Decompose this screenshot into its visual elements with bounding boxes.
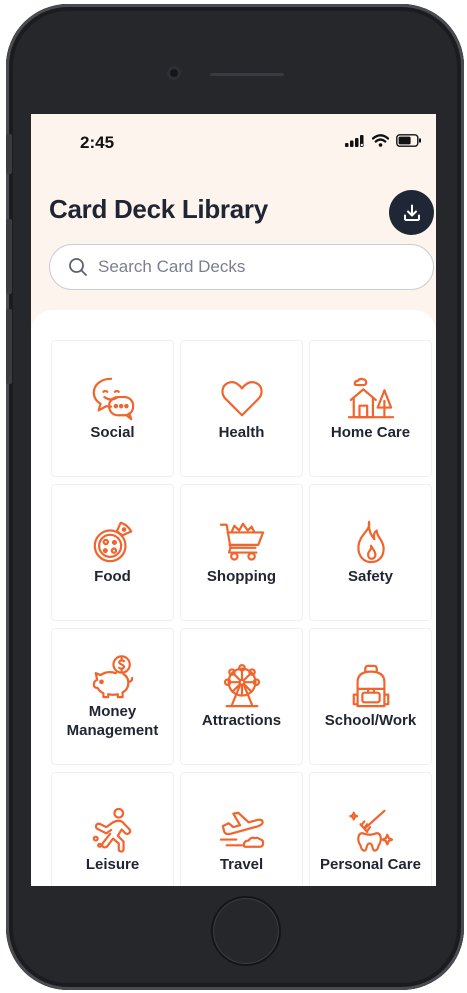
search-icon	[69, 258, 87, 276]
category-card-safety[interactable]: Safety	[309, 484, 432, 621]
category-card-health[interactable]: Health	[180, 340, 303, 477]
category-card-social[interactable]: Social	[51, 340, 174, 477]
search-input[interactable]	[98, 257, 398, 277]
pizza-icon	[93, 521, 132, 563]
download-icon	[403, 204, 420, 221]
header: Card Deck Library	[49, 190, 434, 235]
category-label: Personal Care	[320, 856, 421, 873]
category-card-travel[interactable]: Travel	[180, 772, 303, 886]
shopping-cart-icon	[219, 522, 264, 561]
chat-bubbles-icon	[92, 377, 134, 421]
signal-icon	[345, 134, 364, 147]
category-label: School/Work	[324, 712, 417, 729]
house-icon	[347, 377, 394, 419]
category-card-food[interactable]: Food	[51, 484, 174, 621]
category-label: Money Management	[66, 702, 159, 739]
flame-icon	[356, 520, 385, 564]
category-label: Shopping	[206, 568, 277, 585]
heart-icon	[220, 381, 263, 417]
tooth-brush-icon	[348, 809, 393, 852]
category-card-leisure[interactable]: Leisure	[51, 772, 174, 886]
category-card-money-management[interactable]: Money Management	[51, 628, 174, 765]
category-label: Leisure	[85, 856, 140, 873]
search-bar[interactable]	[49, 244, 434, 290]
category-label: Attractions	[201, 712, 282, 729]
category-label: Food	[94, 568, 131, 585]
category-card-shopping[interactable]: Shopping	[180, 484, 303, 621]
category-label: Travel	[219, 856, 264, 873]
home-button[interactable]	[211, 896, 281, 966]
earpiece-speaker	[210, 73, 284, 76]
status-bar: 2:45	[31, 114, 436, 170]
volume-down-button	[6, 309, 12, 384]
category-grid: Social Health Home Care Food Shopping Sa…	[51, 340, 432, 886]
category-card-personal-care[interactable]: Personal Care	[309, 772, 432, 886]
front-camera	[167, 66, 181, 80]
battery-icon	[396, 134, 421, 147]
category-label: Social	[90, 424, 135, 441]
running-person-icon	[92, 807, 131, 853]
app-screen: 2:45 Card Deck Library Search Card Decks…	[31, 114, 436, 886]
category-card-home-care[interactable]: Home Care	[309, 340, 432, 477]
category-label: Safety	[347, 568, 394, 585]
ferris-wheel-icon	[223, 664, 260, 708]
page-title: Card Deck Library	[49, 194, 268, 224]
category-label: Home Care	[330, 424, 411, 441]
category-label: Health	[218, 424, 265, 441]
category-card-attractions[interactable]: Attractions	[180, 628, 303, 765]
airplane-icon	[219, 811, 264, 848]
deck-list-panel: Social Health Home Care Food Shopping Sa…	[31, 310, 436, 886]
backpack-icon	[352, 664, 389, 708]
status-time: 2:45	[80, 133, 115, 152]
download-button[interactable]	[389, 190, 434, 235]
volume-up-button	[6, 219, 12, 294]
piggy-bank-icon	[92, 654, 133, 698]
mute-switch	[6, 134, 12, 174]
category-card-school-work[interactable]: School/Work	[309, 628, 432, 765]
wifi-icon	[372, 134, 389, 147]
status-icons	[345, 134, 422, 147]
